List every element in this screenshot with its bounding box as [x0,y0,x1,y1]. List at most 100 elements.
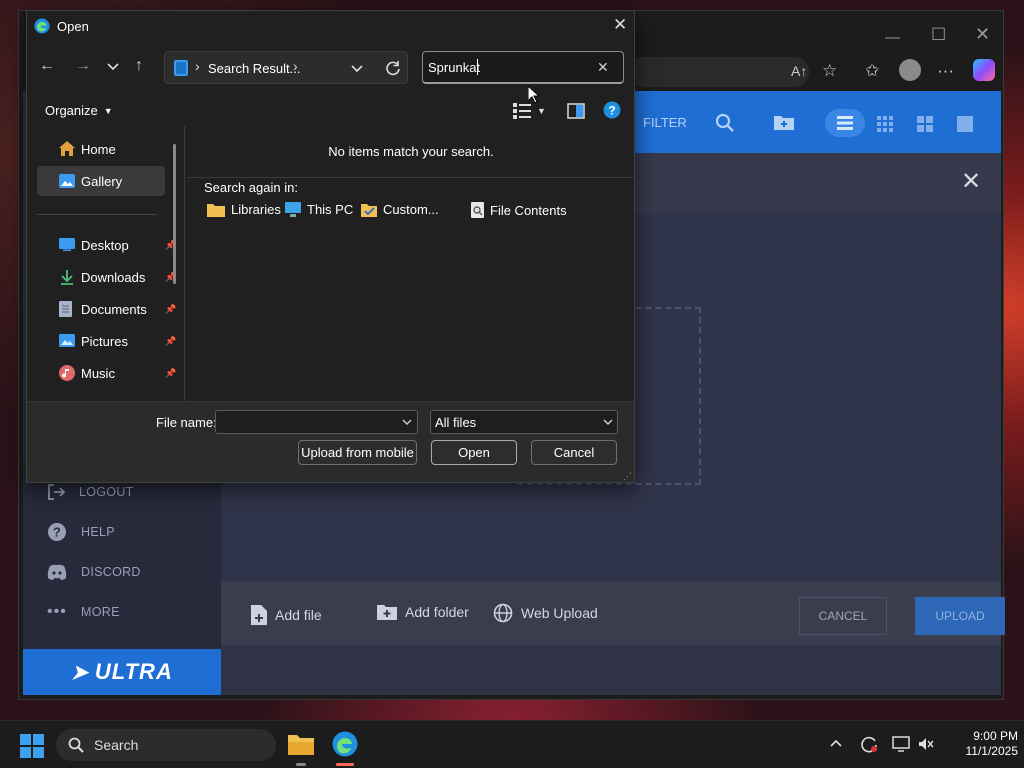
new-folder-icon[interactable] [773,113,795,131]
organize-menu-button[interactable]: Organize ▼ [45,103,113,118]
add-folder-button[interactable]: Add folder [377,603,469,620]
upload-from-mobile-button[interactable]: Upload from mobile [298,440,417,465]
read-aloud-icon[interactable]: A↑ [791,63,807,79]
cancel-button[interactable]: Cancel [531,440,617,465]
more-menu-icon[interactable]: ··· [937,61,954,81]
dialog-title: Open [57,19,89,34]
open-button[interactable]: Open [431,440,517,465]
nav-divider [37,214,157,215]
nav-item-documents[interactable]: Documents 📌 [37,294,176,324]
nav-item-pictures[interactable]: Pictures 📌 [37,326,176,356]
gallery-icon [59,174,75,188]
maximize-icon[interactable]: ☐ [931,25,946,45]
nav-item-label: Pictures [81,333,128,349]
network-icon[interactable] [892,736,910,752]
file-name-field[interactable] [215,410,418,434]
file-name-dropdown-icon[interactable] [402,419,412,426]
dialog-close-icon[interactable]: ✕ [613,15,627,35]
grid-large-icon[interactable] [917,116,933,132]
edge-taskbar-icon[interactable] [332,731,358,757]
sidebar-item-more[interactable]: ••• MORE [47,597,120,627]
pin-icon[interactable]: 📌 [165,336,176,347]
pictures-icon [59,334,75,347]
recent-locations-chevron-icon[interactable] [107,63,119,71]
filter-label[interactable]: FILTER [643,115,687,130]
clear-search-icon[interactable]: ✕ [597,59,609,76]
show-hidden-icons-chevron-icon[interactable] [830,739,842,747]
breadcrumb-current[interactable]: Search Result... [208,61,301,76]
logout-icon [48,484,65,500]
preview-pane-icon[interactable] [567,103,585,119]
nav-item-downloads[interactable]: Downloads 📌 [37,262,176,292]
desktop-icon [59,238,75,251]
resize-grip-icon[interactable]: ⋰ [623,471,632,482]
nav-item-desktop[interactable]: Desktop 📌 [37,230,176,260]
search-icon[interactable] [715,113,735,133]
modal-cancel-button[interactable]: CANCEL [799,597,887,635]
list-view-toggle[interactable] [825,109,865,137]
nav-item-music[interactable]: Music 📌 [37,358,176,388]
web-upload-button[interactable]: Web Upload [493,603,598,623]
close-window-icon[interactable]: ✕ [975,24,990,45]
minimize-icon[interactable]: — [885,29,900,46]
search-again-custom[interactable]: Custom... [361,202,439,217]
sidebar-item-label: MORE [81,605,120,619]
organize-label: Organize [45,103,98,118]
up-arrow-icon[interactable]: ↑ [135,57,143,75]
download-icon [61,270,73,285]
favorite-star-icon[interactable]: ☆ [822,61,837,81]
favorites-icon[interactable]: ✩ [865,61,879,81]
forward-arrow-icon[interactable]: → [75,57,91,75]
nav-item-home[interactable]: Home [37,134,167,164]
back-arrow-icon[interactable]: ← [39,57,55,75]
web-upload-label: Web Upload [521,605,598,621]
refresh-icon[interactable] [385,60,401,76]
nav-item-label: Gallery [81,173,123,189]
file-name-label: File name: [156,415,217,430]
close-modal-icon[interactable]: ✕ [961,167,981,196]
volume-muted-icon[interactable] [918,736,934,752]
single-view-icon[interactable] [957,116,973,132]
brand-swoosh-icon: ➤ [71,661,89,684]
address-breadcrumb-bar[interactable]: › Search Result... › [164,51,408,84]
svg-text:?: ? [53,525,61,540]
add-file-button[interactable]: Add file [251,605,322,625]
pin-icon[interactable]: 📌 [165,368,176,379]
copilot-icon[interactable] [973,59,995,81]
details-view-icon [513,103,531,119]
upload-button[interactable]: UPLOAD [915,597,1005,635]
windows-start-icon[interactable] [20,734,44,758]
search-again-label: Search again in: [204,180,298,195]
search-again-file-contents[interactable]: File Contents [471,202,567,218]
nav-item-gallery[interactable]: Gallery [37,166,165,196]
pin-icon[interactable]: 📌 [165,304,176,315]
search-again-this-pc[interactable]: This PC [285,202,353,217]
file-explorer-icon[interactable] [288,733,314,755]
pane-splitter[interactable] [184,126,185,401]
running-indicator [296,763,306,766]
help-icon[interactable]: ? [603,101,621,119]
sidebar-item-discord[interactable]: DISCORD [47,557,141,587]
more-icon: ••• [47,603,67,620]
sync-icon[interactable] [860,735,878,753]
view-options-button[interactable]: ▼ [513,103,546,119]
nav-item-label: Home [81,141,116,157]
sidebar-item-help[interactable]: ? HELP [47,517,115,547]
upload-actions-bar: Add file Add folder Web Upload CANCEL UP… [221,581,1005,645]
address-bar[interactable] [629,57,809,87]
system-clock[interactable]: 9:00 PM 11/1/2025 [950,729,1019,759]
music-icon [59,365,75,381]
file-type-select[interactable]: All files [430,410,618,434]
taskbar-search-box[interactable]: Search [56,729,276,761]
address-dropdown-chevron-icon[interactable] [351,65,363,73]
svg-text:?: ? [608,104,615,118]
sidebar-item-label: LOGOUT [79,485,134,499]
nav-item-label: Documents [81,301,147,317]
search-again-libraries[interactable]: Libraries [207,202,281,217]
search-input[interactable]: Sprunkat [428,60,480,75]
grid-small-icon[interactable] [877,116,893,132]
search-box[interactable]: Sprunkat ✕ [422,51,624,84]
profile-avatar[interactable] [899,59,921,81]
nav-scrollbar[interactable] [173,144,176,284]
nav-item-label: Desktop [81,237,129,253]
